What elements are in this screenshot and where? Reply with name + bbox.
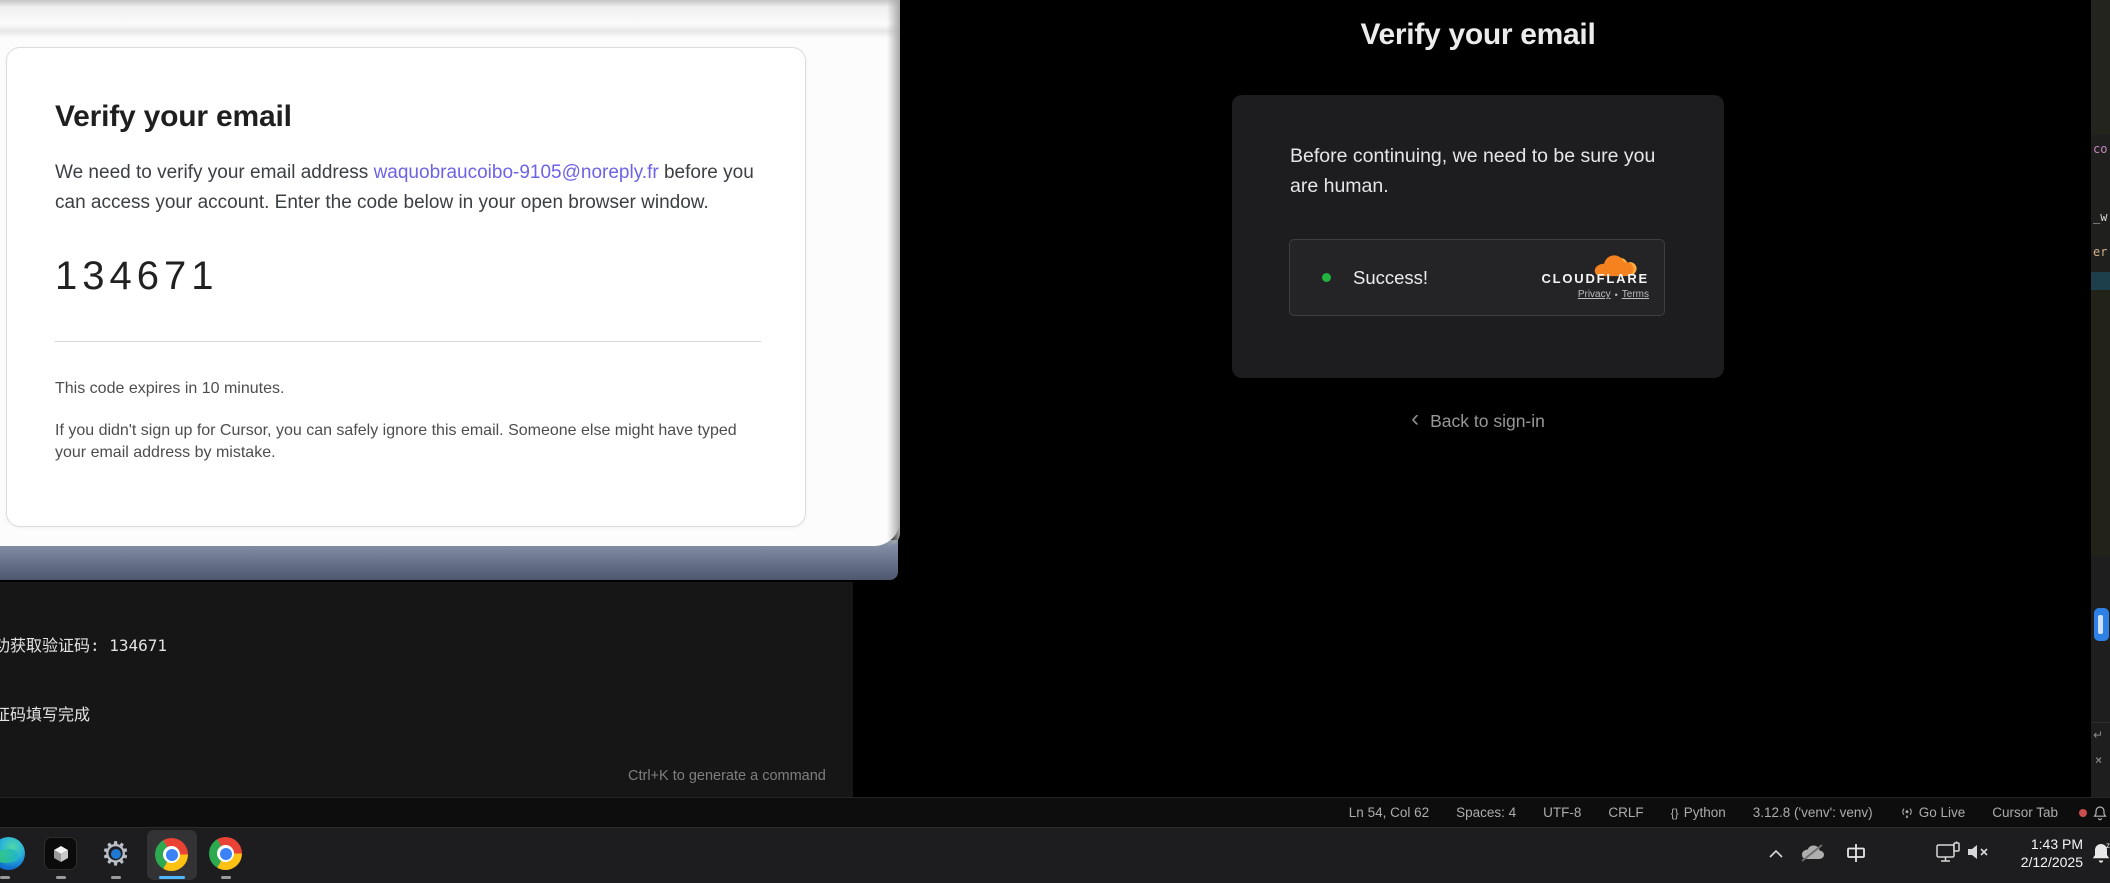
email-body-text: We need to verify your email address waq… <box>55 158 775 218</box>
highlighted-line-fragment <box>2091 272 2110 290</box>
terminal-line: 证码填写完成 <box>0 703 209 726</box>
ignore-email-note: If you didn't sign up for Cursor, you ca… <box>55 420 755 464</box>
sliver-divider <box>2091 722 2110 723</box>
language-mode-indicator[interactable]: {} Python <box>1671 805 1726 820</box>
terminal-panel[interactable]: 功获取验证码: 134671 证码填写完成 在处理 Turnstile 验证..… <box>0 582 853 797</box>
language-label: Python <box>1684 805 1726 820</box>
sliver-segment <box>2091 0 2110 135</box>
success-dot-icon <box>1322 273 1331 282</box>
go-live-button[interactable]: Go Live <box>1900 805 1966 820</box>
cursor-position-indicator[interactable]: Ln 54, Col 62 <box>1349 805 1429 820</box>
status-bar: Ln 54, Col 62 Spaces: 4 UTF-8 CRLF {} Py… <box>0 797 2110 827</box>
running-indicator <box>56 876 66 879</box>
code-fragment: _w <box>2093 210 2107 224</box>
email-title: Verify your email <box>55 100 757 134</box>
encoding-indicator[interactable]: UTF-8 <box>1543 805 1581 820</box>
cloudflare-brand: CLOUDFLARE Privacy • Terms <box>1541 255 1649 300</box>
taskbar-clock[interactable]: 1:43 PM 2/12/2025 <box>2021 835 2083 871</box>
verify-human-page: Verify your email Before continuing, we … <box>900 0 2090 797</box>
chrome-icon <box>155 838 188 871</box>
settings-gear-icon[interactable]: ⚙ <box>99 837 132 870</box>
cloudflare-turnstile-widget[interactable]: Success! CLOUDFLARE Privacy • Terms <box>1289 239 1665 316</box>
braces-icon: {} <box>1671 806 1679 820</box>
running-indicator <box>0 876 10 879</box>
broadcast-icon <box>1900 806 1914 820</box>
chevron-left-icon: ‹ <box>1411 407 1419 431</box>
enter-key-icon: ↵ <box>2093 728 2103 742</box>
notification-dot-icon <box>2079 809 2087 817</box>
privacy-link[interactable]: Privacy <box>1578 289 1611 300</box>
page-title: Verify your email <box>1232 18 1724 52</box>
python-interpreter-indicator[interactable]: 3.12.8 ('venv': venv) <box>1753 805 1873 820</box>
back-to-signin-link[interactable]: ‹ Back to sign-in <box>1232 406 1724 436</box>
chrome-icon <box>209 837 242 870</box>
turnstile-links: Privacy • Terms <box>1578 289 1649 300</box>
taskbar <box>0 827 2110 883</box>
ctrl-k-hint: Ctrl+K to generate a command <box>628 768 826 784</box>
turnstile-status: Success! <box>1353 267 1428 289</box>
gear-center-dot <box>111 849 121 859</box>
display-network-icon[interactable] <box>1935 841 1961 870</box>
send-button-fragment[interactable] <box>2094 608 2109 641</box>
window-bottom-edge <box>0 540 898 580</box>
chrome-active-app[interactable] <box>147 830 197 880</box>
verification-code: 134671 <box>55 254 757 299</box>
active-running-indicator <box>159 876 185 879</box>
cloudflare-wordmark: CLOUDFLARE <box>1541 271 1649 286</box>
terminal-line <box>0 772 209 795</box>
notification-bell-dnd-icon[interactable]: z <box>2091 840 2110 871</box>
back-link-label: Back to sign-in <box>1430 411 1545 432</box>
code-fragment: er <box>2093 245 2107 259</box>
cube-app-icon[interactable] <box>44 837 77 870</box>
running-indicator <box>221 876 231 879</box>
svg-text:z: z <box>2106 841 2110 850</box>
verification-email-card: Verify your email We need to verify your… <box>6 47 806 527</box>
terms-link[interactable]: Terms <box>1622 289 1649 300</box>
go-live-label: Go Live <box>1919 805 1966 820</box>
window-top-shade <box>0 0 900 38</box>
volume-muted-icon[interactable] <box>1966 843 1990 866</box>
email-address-link[interactable]: waquobraucoibo-9105@noreply.fr <box>374 162 659 183</box>
ime-zhong-icon[interactable] <box>1845 842 1867 869</box>
email-body-prefix: We need to verify your email address <box>55 162 374 183</box>
clock-time: 1:43 PM <box>2021 835 2083 853</box>
chrome-icon-second[interactable] <box>209 837 242 870</box>
editor-panel-sliver: co _w er ↵ × <box>2090 0 2110 797</box>
code-expiry-note: This code expires in 10 minutes. <box>55 380 757 398</box>
onedrive-offline-icon[interactable] <box>1799 843 1825 868</box>
close-icon[interactable]: × <box>2095 753 2102 767</box>
indentation-indicator[interactable]: Spaces: 4 <box>1456 805 1516 820</box>
sliver-segment <box>2091 290 2110 556</box>
cursor-tab-indicator[interactable]: Cursor Tab <box>1992 805 2058 820</box>
terminal-line: 功获取验证码: 134671 <box>0 634 209 657</box>
bell-icon <box>2092 805 2108 821</box>
code-fragment: co <box>2093 142 2107 156</box>
link-separator: • <box>1615 290 1618 300</box>
notifications-group[interactable] <box>2079 798 2108 828</box>
cube-glyph-icon <box>51 844 71 864</box>
eol-indicator[interactable]: CRLF <box>1608 805 1643 820</box>
human-check-text: Before continuing, we need to be sure yo… <box>1290 141 1674 201</box>
human-check-card: Before continuing, we need to be sure yo… <box>1232 95 1724 378</box>
divider <box>55 341 761 342</box>
tray-chevron-up-icon[interactable] <box>1768 846 1784 864</box>
running-indicator <box>111 876 121 879</box>
clock-date: 2/12/2025 <box>2021 853 2083 871</box>
desktop: Verify your email We need to verify your… <box>0 0 2110 883</box>
